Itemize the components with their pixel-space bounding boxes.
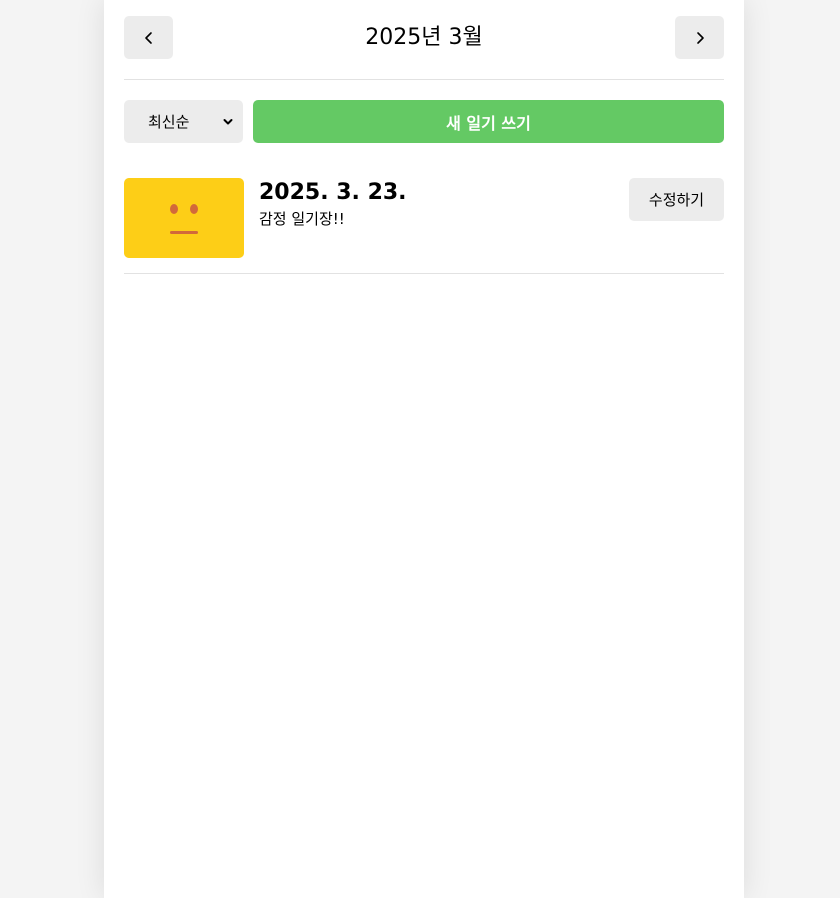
chevron-down-icon [223, 118, 233, 124]
sort-selected-value: 최신순 [148, 113, 190, 131]
diary-app: 2025년 3월 최신순 새 일기 쓰기 2025. 3. 23. 감정 일기장… [104, 0, 744, 898]
diary-date: 2025. 3. 23. [259, 180, 407, 205]
edit-button[interactable]: 수정하기 [629, 178, 724, 221]
next-month-button[interactable] [675, 16, 724, 59]
emotion-image[interactable] [124, 178, 244, 258]
chevron-left-icon [144, 31, 152, 44]
diary-item: 2025. 3. 23. 감정 일기장!! 수정하기 [124, 162, 724, 274]
prev-month-button[interactable] [124, 16, 173, 59]
diary-info[interactable]: 2025. 3. 23. 감정 일기장!! [259, 178, 407, 230]
header: 2025년 3월 [124, 16, 724, 59]
month-title: 2025년 3월 [365, 25, 483, 50]
diary-content: 감정 일기장!! [259, 210, 345, 228]
chevron-right-icon [696, 31, 704, 44]
neutral-face-icon [170, 204, 198, 234]
sort-select[interactable]: 최신순 [124, 100, 243, 143]
new-diary-button[interactable]: 새 일기 쓰기 [253, 100, 724, 143]
header-divider [124, 79, 724, 80]
